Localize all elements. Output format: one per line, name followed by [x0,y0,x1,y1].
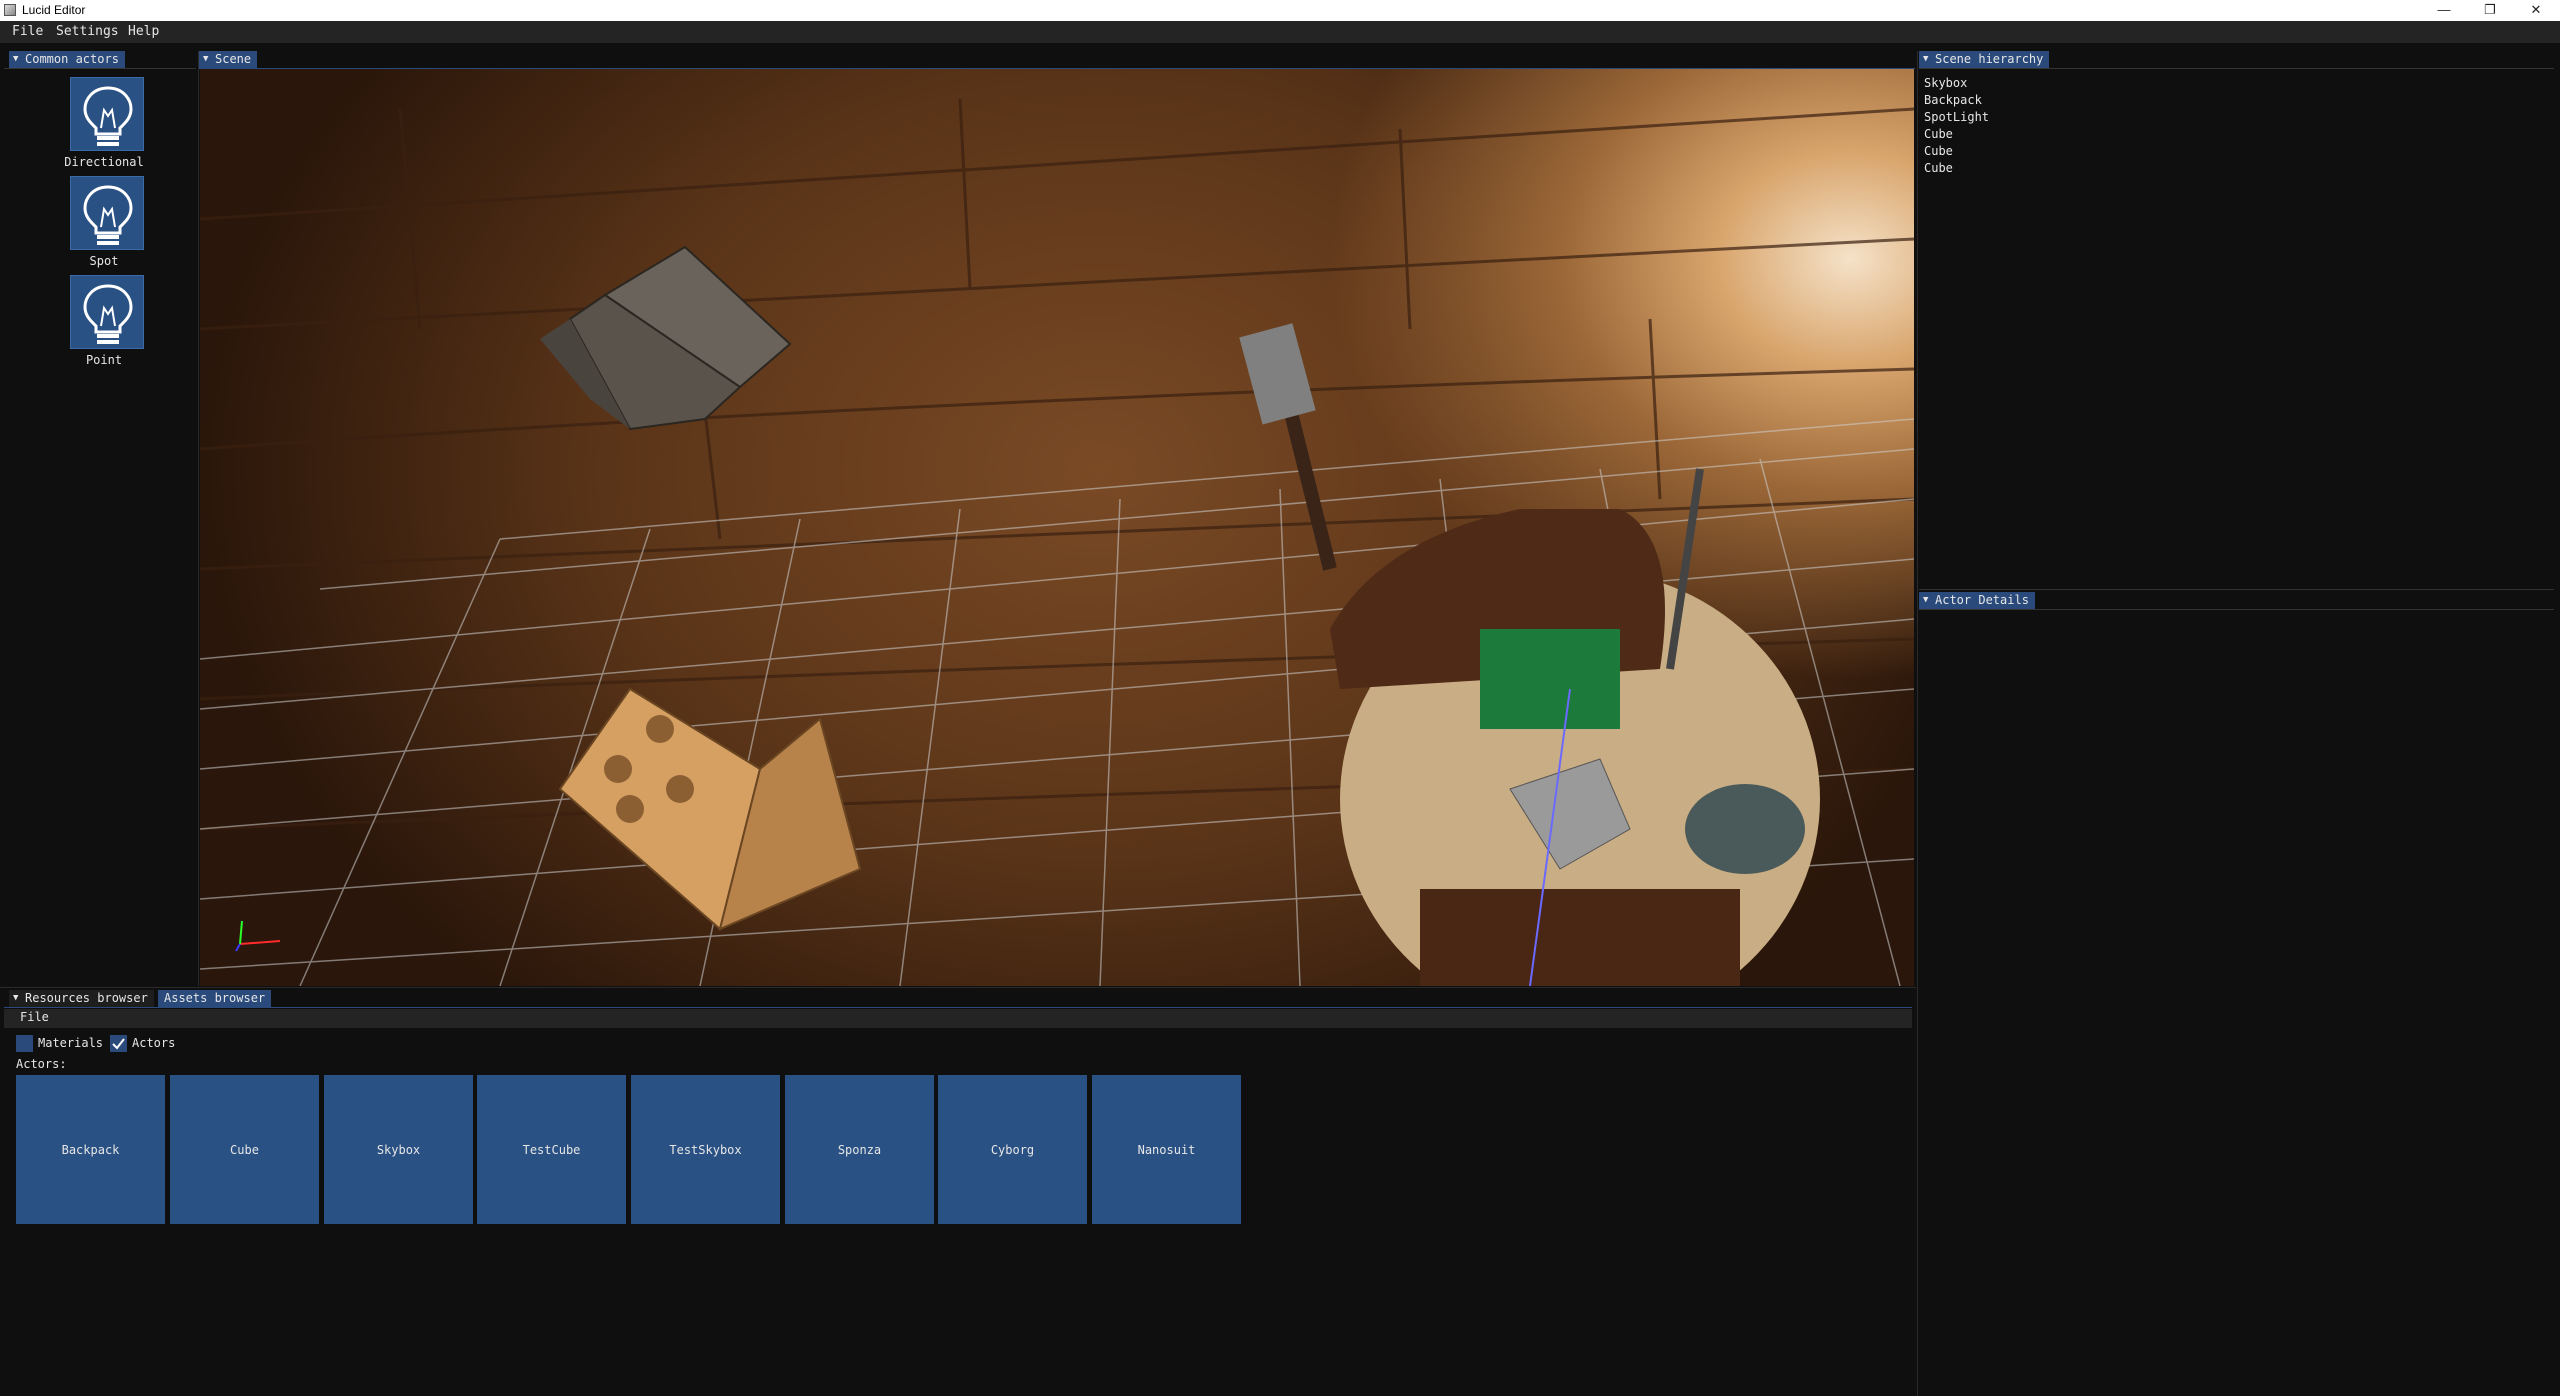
hierarchy-item-backpack[interactable]: Backpack [1924,93,1982,107]
collapse-triangle-icon[interactable]: ▼ [13,990,18,1007]
asset-testskybox[interactable]: TestSkybox [631,1075,780,1224]
tab-label: Assets browser [164,991,266,1005]
minimize-button[interactable]: — [2421,0,2467,21]
tab-label: Common actors [25,52,119,66]
tab-actor-details[interactable]: ▼ Actor Details [1919,592,2035,609]
hierarchy-item-cube-2[interactable]: Cube [1924,144,1953,158]
tab-scene[interactable]: ▼ Scene [199,51,258,68]
materials-checkbox[interactable] [16,1035,33,1052]
tab-label: Resources browser [25,991,148,1005]
tab-label: Scene [215,52,252,66]
actors-section-label: Actors: [16,1057,67,1071]
asset-cube[interactable]: Cube [170,1075,319,1224]
hierarchy-item-skybox[interactable]: Skybox [1924,76,1967,90]
asset-testcube[interactable]: TestCube [477,1075,626,1224]
light-bulb-icon [83,284,133,344]
hierarchy-item-spotlight[interactable]: SpotLight [1924,110,1989,124]
collapse-triangle-icon[interactable]: ▼ [1923,592,1928,609]
menu-file[interactable]: File [12,24,43,39]
collapse-triangle-icon[interactable]: ▼ [13,51,18,68]
menu-bar: File Settings Help [0,21,2560,43]
asset-sponza[interactable]: Sponza [785,1075,934,1224]
tab-label: Scene hierarchy [1935,52,2044,66]
actor-point-button[interactable] [70,275,144,349]
checkmark-icon [112,1038,125,1050]
menu-settings[interactable]: Settings [56,24,119,39]
asset-skybox[interactable]: Skybox [324,1075,473,1224]
actor-label-directional: Directional [64,155,144,169]
materials-checkbox-label: Materials [38,1036,104,1050]
tab-assets-browser[interactable]: Assets browser [158,990,272,1007]
right-panel [1917,51,2560,1396]
actors-checkbox[interactable] [110,1035,127,1052]
actor-directional-button[interactable] [70,77,144,151]
asset-backpack[interactable]: Backpack [16,1075,165,1224]
light-bulb-icon [83,185,133,245]
actor-label-point: Point [85,353,123,367]
light-bulb-icon [83,86,133,146]
collapse-triangle-icon[interactable]: ▼ [1923,51,1928,68]
window-title: Lucid Editor [22,3,86,17]
asset-cyborg[interactable]: Cyborg [938,1075,1087,1224]
assets-menu-file[interactable]: File [20,1010,49,1024]
tab-scene-hierarchy[interactable]: ▼ Scene hierarchy [1919,51,2050,68]
assets-menu-bar [4,1009,1912,1028]
actor-label-spot: Spot [89,254,119,268]
hierarchy-item-cube-1[interactable]: Cube [1924,127,1953,141]
actors-checkbox-label: Actors [132,1036,176,1050]
collapse-triangle-icon[interactable]: ▼ [203,51,208,68]
hierarchy-item-cube-3[interactable]: Cube [1924,161,1953,175]
title-bar: Lucid Editor — ❐ ✕ [0,0,2560,21]
tab-label: Actor Details [1935,593,2029,607]
scene-viewport[interactable] [200,69,1914,986]
tab-common-actors[interactable]: ▼ Common actors [9,51,125,68]
close-button[interactable]: ✕ [2513,0,2559,21]
restore-button[interactable]: ❐ [2467,0,2513,21]
tab-resources-browser[interactable]: ▼ Resources browser [9,990,154,1007]
asset-nanosuit[interactable]: Nanosuit [1092,1075,1241,1224]
app-icon [4,4,16,16]
menu-help[interactable]: Help [128,24,159,39]
actor-spot-button[interactable] [70,176,144,250]
scene-render [200,98,1914,986]
